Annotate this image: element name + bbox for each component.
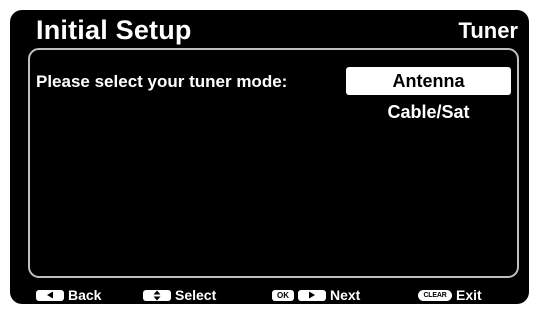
setup-screen: Initial Setup Tuner Please select your t… xyxy=(10,10,529,304)
next-label: Next xyxy=(330,287,361,303)
left-arrow-icon xyxy=(36,289,64,301)
exit-hint[interactable]: CLEAR Exit xyxy=(418,287,482,303)
option-cable-sat[interactable]: Cable/Sat xyxy=(346,98,511,126)
footer-hints: Back Select OK Next CLEAR Exit xyxy=(10,287,529,303)
up-down-arrow-icon xyxy=(143,289,171,301)
next-hint[interactable]: OK Next xyxy=(272,287,360,303)
section-title: Tuner xyxy=(458,18,518,43)
ok-key: OK xyxy=(272,289,294,301)
right-arrow-icon xyxy=(298,289,326,301)
back-hint[interactable]: Back xyxy=(36,287,101,303)
back-label: Back xyxy=(68,287,102,303)
select-label: Select xyxy=(175,287,217,303)
exit-label: Exit xyxy=(456,287,482,303)
tuner-mode-prompt: Please select your tuner mode: xyxy=(36,72,288,91)
option-antenna[interactable]: Antenna xyxy=(346,67,511,95)
page-title: Initial Setup xyxy=(36,15,192,45)
select-hint[interactable]: Select xyxy=(143,287,216,303)
clear-key: CLEAR xyxy=(418,289,452,301)
